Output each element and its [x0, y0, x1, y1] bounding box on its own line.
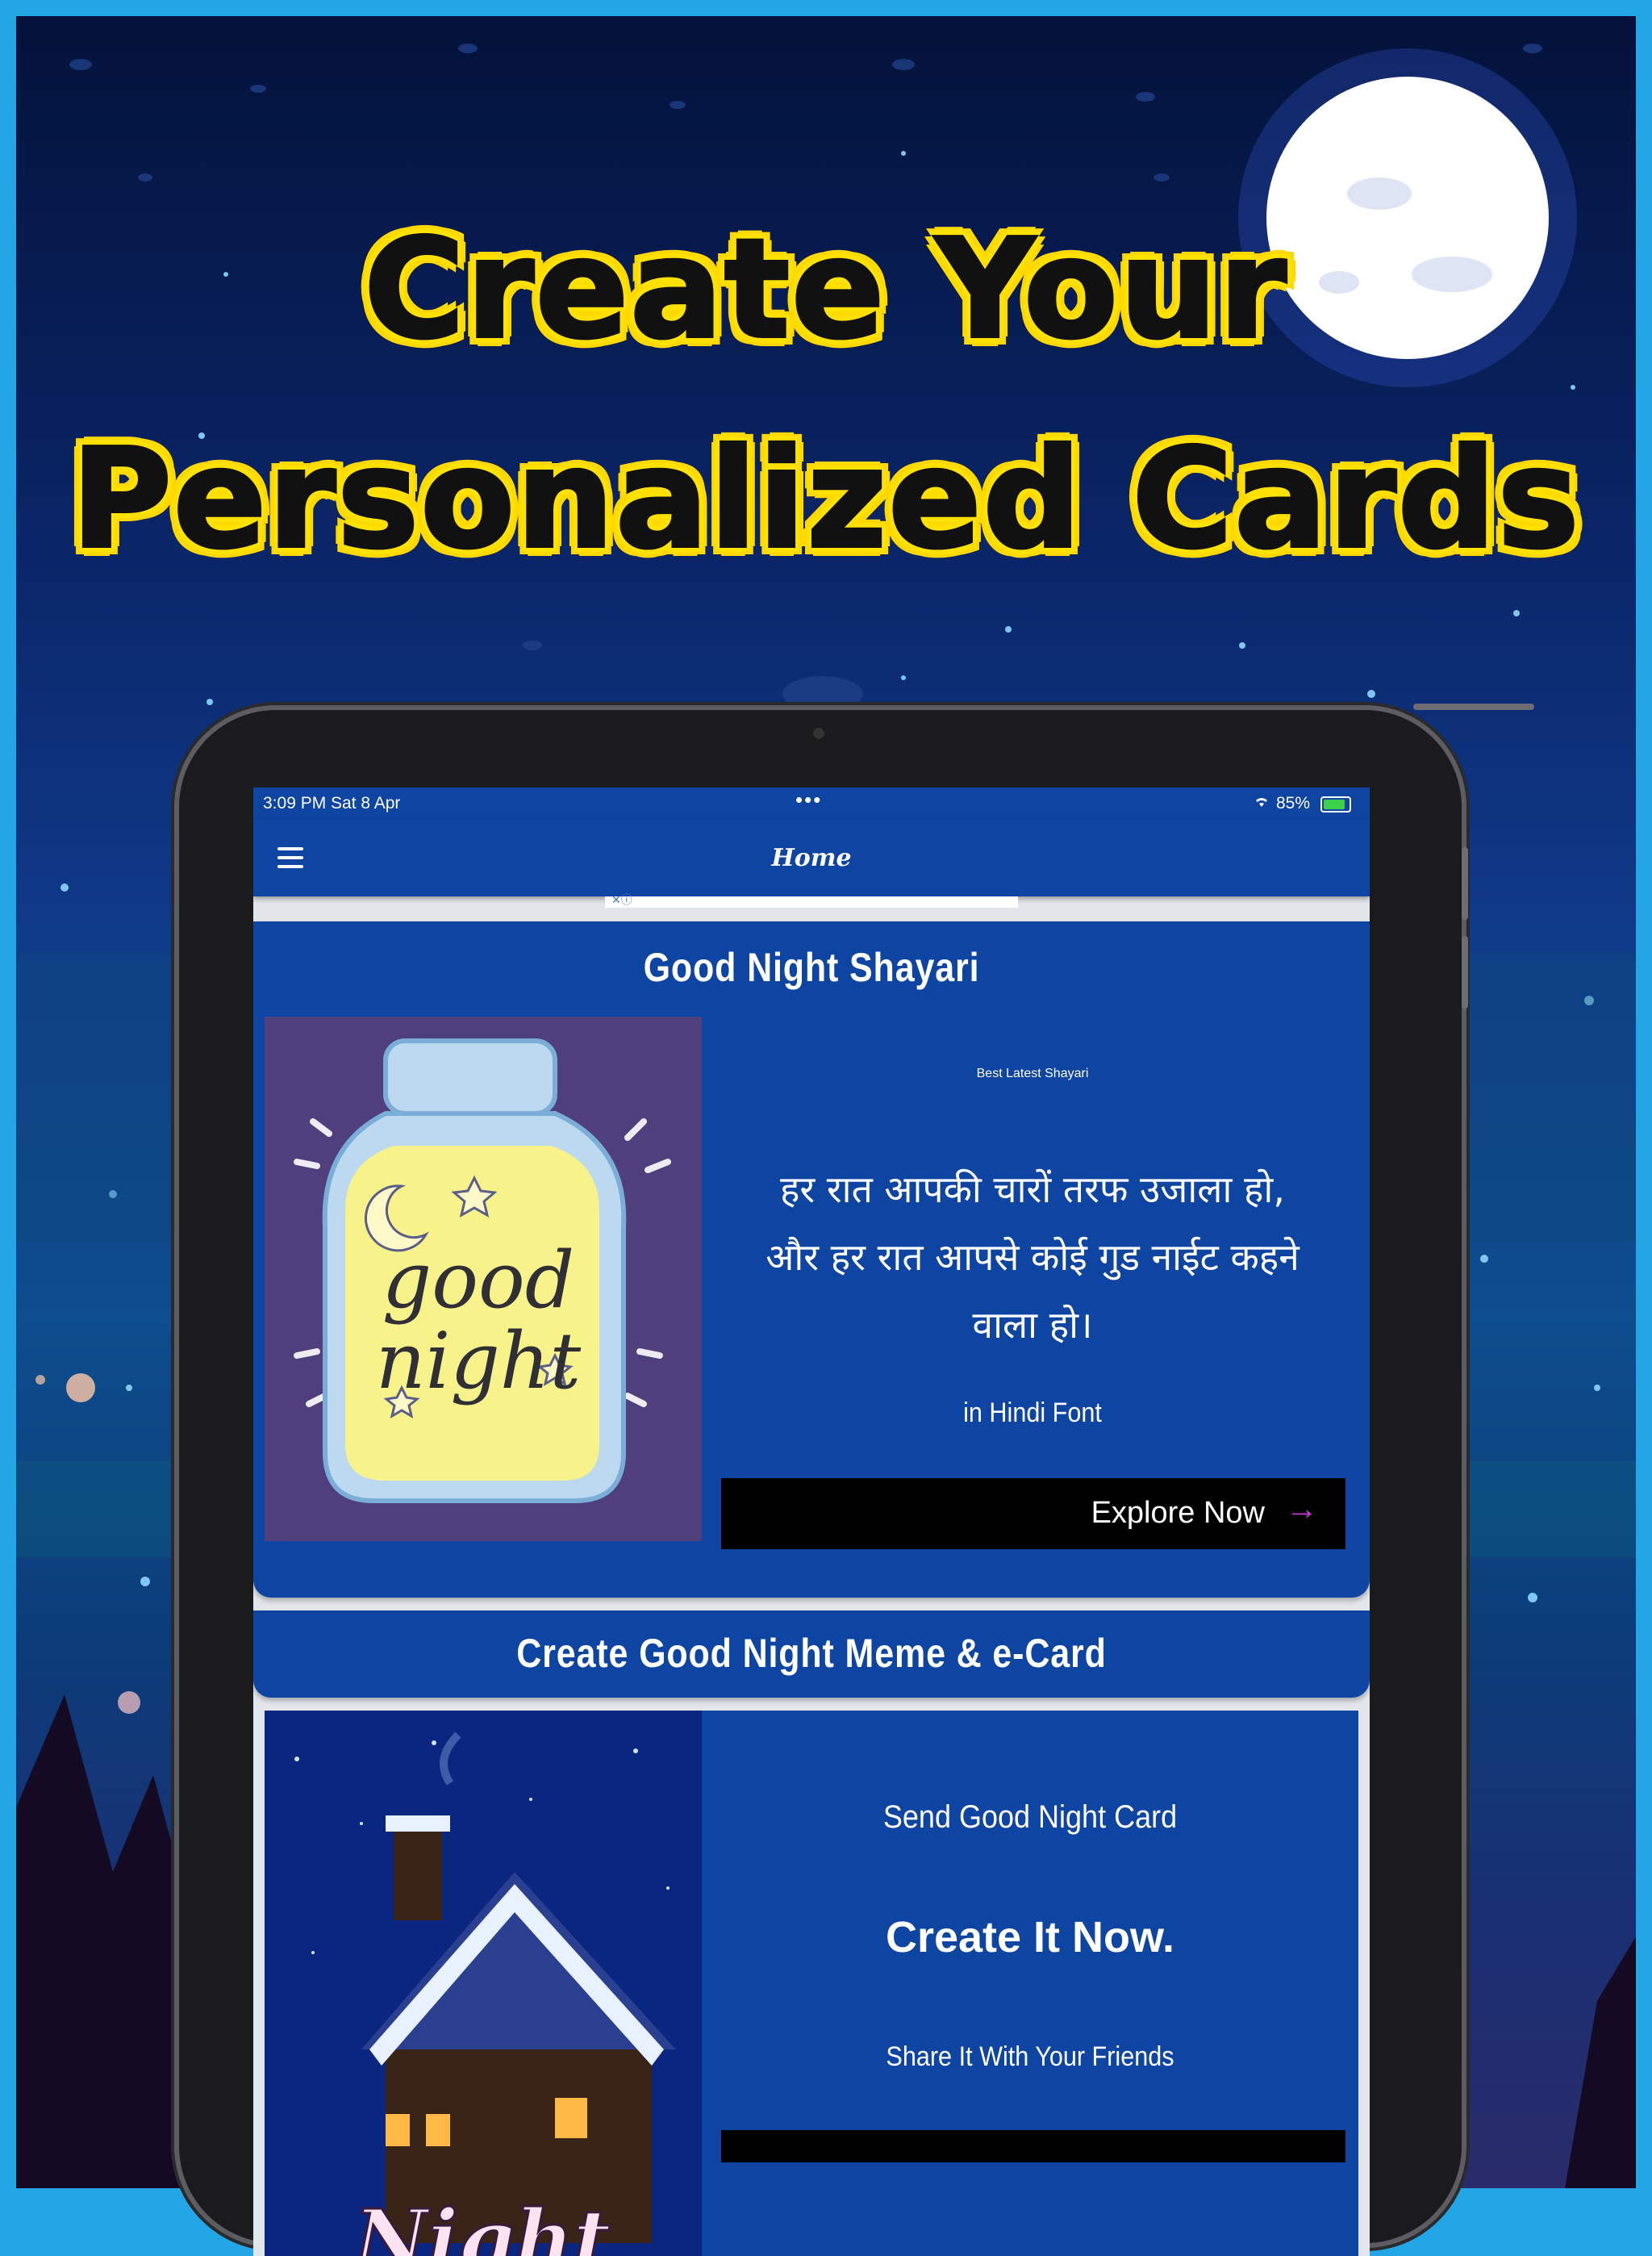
explore-now-button[interactable]: Explore Now →: [721, 1478, 1345, 1549]
card-footnote: in Hindi Font: [963, 1397, 1102, 1428]
volume-down-button: [1462, 936, 1468, 1009]
headline-line-2: Personalized Cards: [69, 418, 1581, 581]
explore-now-label: Explore Now: [1091, 1496, 1265, 1530]
multitask-dots-icon[interactable]: •••: [795, 788, 822, 813]
card-title: Create Good Night Meme & e-Card: [516, 1631, 1107, 1676]
arrow-right-icon: →: [1286, 1491, 1318, 1527]
create-now-button[interactable]: [721, 2130, 1345, 2162]
volume-up-button: [1462, 847, 1468, 920]
app-title: Home: [771, 844, 852, 872]
ecard-section-header: Create Good Night Meme & e-Card: [253, 1611, 1370, 1698]
app-bar: Home: [253, 820, 1370, 896]
ad-banner[interactable]: ✕ⓘ: [605, 893, 1018, 908]
headline-line-1: Create Your: [362, 208, 1288, 371]
battery-percent: 85%: [1276, 794, 1311, 813]
image-night-text: Night: [352, 2191, 611, 2256]
hindi-line-2: और हर रात आपसे कोई गुड नाईट कहने: [766, 1235, 1299, 1279]
top-button: [1413, 704, 1534, 710]
jar-text-good: good: [382, 1235, 575, 1326]
battery-icon: [1320, 796, 1351, 813]
hindi-line-3: वाला हो।: [972, 1303, 1093, 1347]
jar-text-night: night: [376, 1316, 582, 1406]
snowy-house-image[interactable]: Night: [265, 1711, 702, 2256]
ecard-card: Night Send Good Night Card Create It Now…: [265, 1711, 1358, 2256]
tablet-device: 3:09 PM Sat 8 Apr ••• 85% Home ✕ⓘ Good N…: [179, 704, 1534, 2256]
camera-icon: [813, 728, 824, 739]
good-night-jar-image[interactable]: good night: [265, 1017, 702, 1541]
wifi-icon: [1254, 794, 1270, 813]
status-bar: 3:09 PM Sat 8 Apr ••• 85%: [253, 788, 1370, 820]
card-subtitle: Send Good Night Card: [882, 1799, 1178, 1835]
create-it-now-text: Create It Now.: [885, 1913, 1175, 1961]
status-time: 3:09 PM Sat 8 Apr: [263, 794, 401, 813]
shayari-card: Good Night Shayari good night Best Lates…: [253, 921, 1370, 1598]
hindi-line-1: हर रात आपकी चारों तरफ उजाला हो,: [780, 1168, 1285, 1211]
card-title: Good Night Shayari: [643, 945, 980, 990]
ad-close-icon[interactable]: ✕ⓘ: [611, 892, 632, 908]
card-subtitle: Best Latest Shayari: [976, 1067, 1089, 1080]
share-with-friends-text: Share It With Your Friends: [886, 2041, 1174, 2072]
shayari-hindi-text: हर रात आपकी चारों तरफ उजाला हो, और हर रा…: [720, 1155, 1345, 1359]
app-screen: 3:09 PM Sat 8 Apr ••• 85% Home ✕ⓘ Good N…: [253, 788, 1370, 2256]
